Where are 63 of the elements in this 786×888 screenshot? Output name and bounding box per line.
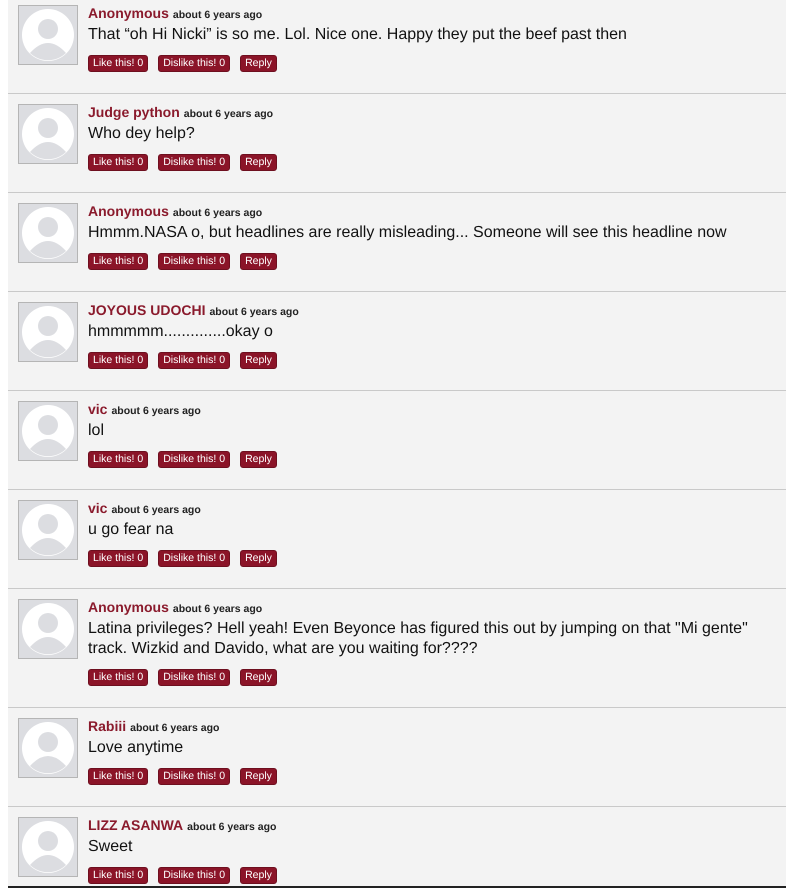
comment-time: about 6 years ago (111, 504, 201, 516)
dislike-button[interactable]: Dislike this! 0 (158, 253, 230, 270)
dislike-button[interactable]: Dislike this! 0 (158, 550, 230, 567)
comment-time: about 6 years ago (172, 603, 262, 615)
reply-button[interactable]: Reply (240, 867, 277, 884)
avatar-icon (18, 599, 78, 659)
dislike-button[interactable]: Dislike this! 0 (158, 867, 230, 884)
comment-time: about 6 years ago (130, 722, 220, 734)
avatar-icon (18, 5, 78, 65)
like-button[interactable]: Like this! 0 (88, 669, 148, 686)
reply-button[interactable]: Reply (240, 253, 277, 270)
avatar-icon (18, 401, 78, 461)
comment-text: Who dey help? (88, 124, 196, 144)
reply-button[interactable]: Reply (240, 550, 277, 567)
comment-text: That “oh Hi Nicki” is so me. Lol. Nice one. Happy they put the beef past then (88, 25, 627, 45)
comment-author: Anonymous (88, 203, 169, 219)
dislike-button[interactable]: Dislike this! 0 (158, 55, 230, 72)
comment-text: Love anytime (88, 738, 184, 758)
dislike-button[interactable]: Dislike this! 0 (158, 352, 230, 369)
reply-button[interactable]: Reply (240, 669, 277, 686)
comment-text: Latina privileges? Hell yeah! Even Beyonce has figured this out by jumping on that "Mi gente" track. Wizkid and Davido, what are you waiting for???? (88, 619, 749, 659)
reply-button[interactable]: Reply (240, 352, 277, 369)
comment-author: vic (88, 500, 108, 516)
comment-time: about 6 years ago (187, 821, 276, 833)
comment-text: lol (88, 421, 106, 441)
comment-author: LIZZ ASANWA (88, 817, 184, 833)
comment-author: Judge python (88, 104, 180, 120)
like-button[interactable]: Like this! 0 (88, 768, 148, 785)
comment-time: about 6 years ago (111, 405, 201, 417)
avatar-icon (18, 104, 78, 164)
like-button[interactable]: Like this! 0 (88, 550, 148, 567)
reply-button[interactable]: Reply (240, 55, 277, 72)
comment-author: Anonymous (88, 599, 169, 615)
like-button[interactable]: Like this! 0 (88, 451, 148, 468)
avatar-icon (18, 302, 78, 362)
comment-time: about 6 years ago (184, 108, 274, 120)
reply-button[interactable]: Reply (240, 768, 277, 785)
avatar-icon (18, 203, 78, 263)
comment-author: JOYOUS UDOCHI (88, 302, 206, 318)
avatar-icon (18, 718, 78, 778)
comment-time: about 6 years ago (172, 9, 262, 21)
like-button[interactable]: Like this! 0 (88, 352, 148, 369)
comment-text: Hmmm.NASA o, but headlines are really misleading... Someone will see this headline now (88, 223, 727, 243)
comment-author: vic (88, 401, 108, 417)
like-button[interactable]: Like this! 0 (88, 154, 148, 171)
like-button[interactable]: Like this! 0 (88, 55, 148, 72)
comment-time: about 6 years ago (209, 306, 299, 318)
dislike-button[interactable]: Dislike this! 0 (158, 451, 230, 468)
reply-button[interactable]: Reply (240, 154, 277, 171)
comment-author: Rabiii (88, 718, 126, 734)
comment-time: about 6 years ago (172, 207, 262, 219)
comment-text: u go fear na (88, 520, 174, 540)
like-button[interactable]: Like this! 0 (88, 867, 148, 884)
comment-text: hmmmmm..............okay o (88, 322, 274, 342)
like-button[interactable]: Like this! 0 (88, 253, 148, 270)
dislike-button[interactable]: Dislike this! 0 (158, 154, 230, 171)
comment-text: Sweet (88, 837, 134, 857)
dislike-button[interactable]: Dislike this! 0 (158, 768, 230, 785)
avatar-icon (18, 817, 78, 877)
comment-author: Anonymous (88, 5, 169, 21)
reply-button[interactable]: Reply (240, 451, 277, 468)
dislike-button[interactable]: Dislike this! 0 (158, 669, 230, 686)
avatar-icon (18, 500, 78, 560)
